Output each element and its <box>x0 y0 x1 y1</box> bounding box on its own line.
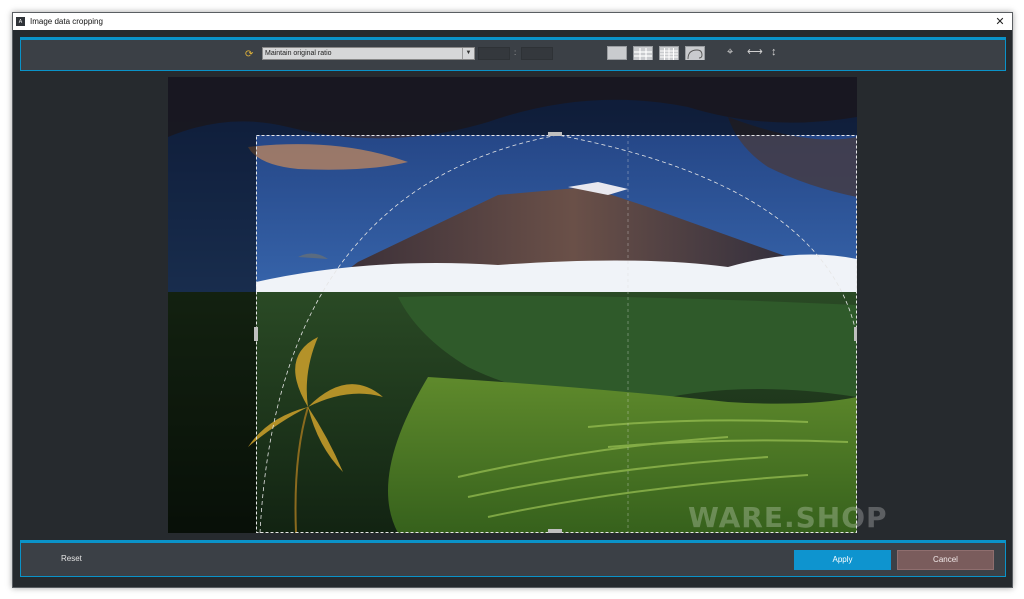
cancel-button[interactable]: Cancel <box>897 550 994 570</box>
crop-canvas[interactable]: WARE.SHOP <box>20 71 1004 541</box>
height-input[interactable] <box>521 47 553 60</box>
grid-3x3-button[interactable] <box>633 46 653 60</box>
title-bar: A Image data cropping ✕ <box>13 13 1012 30</box>
ratio-dropdown[interactable]: Maintain original ratio ▼ <box>262 47 475 60</box>
reset-button[interactable]: Reset <box>61 551 101 566</box>
grid-4x4-button[interactable] <box>659 46 679 60</box>
no-grid-button[interactable] <box>607 46 627 60</box>
window-title: Image data cropping <box>30 17 103 26</box>
photo-preview <box>168 77 857 533</box>
apply-button[interactable]: Apply <box>794 550 891 570</box>
width-input[interactable] <box>478 47 510 60</box>
grid-4x4-icon <box>660 48 678 60</box>
close-icon[interactable]: ✕ <box>988 13 1012 30</box>
grid-3x3-icon <box>634 48 652 60</box>
crop-toolbar: ⟳ Maintain original ratio ▼ : ⌖ ⟷ ↕ <box>20 37 1006 71</box>
center-crosshair-icon[interactable]: ⌖ <box>727 47 733 58</box>
refresh-icon[interactable]: ⟳ <box>245 49 253 60</box>
landscape-image <box>168 77 857 533</box>
ratio-dropdown-value: Maintain original ratio <box>265 50 332 57</box>
watermark-text: WARE.SHOP <box>688 501 888 534</box>
image-cropping-dialog: A Image data cropping ✕ ⟳ Maintain origi… <box>12 12 1013 588</box>
action-bar: Reset Apply Cancel <box>20 540 1006 577</box>
chevron-down-icon[interactable]: ▼ <box>462 48 474 59</box>
grid-golden-button[interactable] <box>685 46 705 60</box>
golden-spiral-icon <box>686 48 704 60</box>
app-icon: A <box>16 17 25 26</box>
vertical-arrows-icon[interactable]: ↕ <box>771 47 777 58</box>
horizontal-arrows-icon[interactable]: ⟷ <box>747 47 763 58</box>
ratio-separator: : <box>514 48 517 57</box>
